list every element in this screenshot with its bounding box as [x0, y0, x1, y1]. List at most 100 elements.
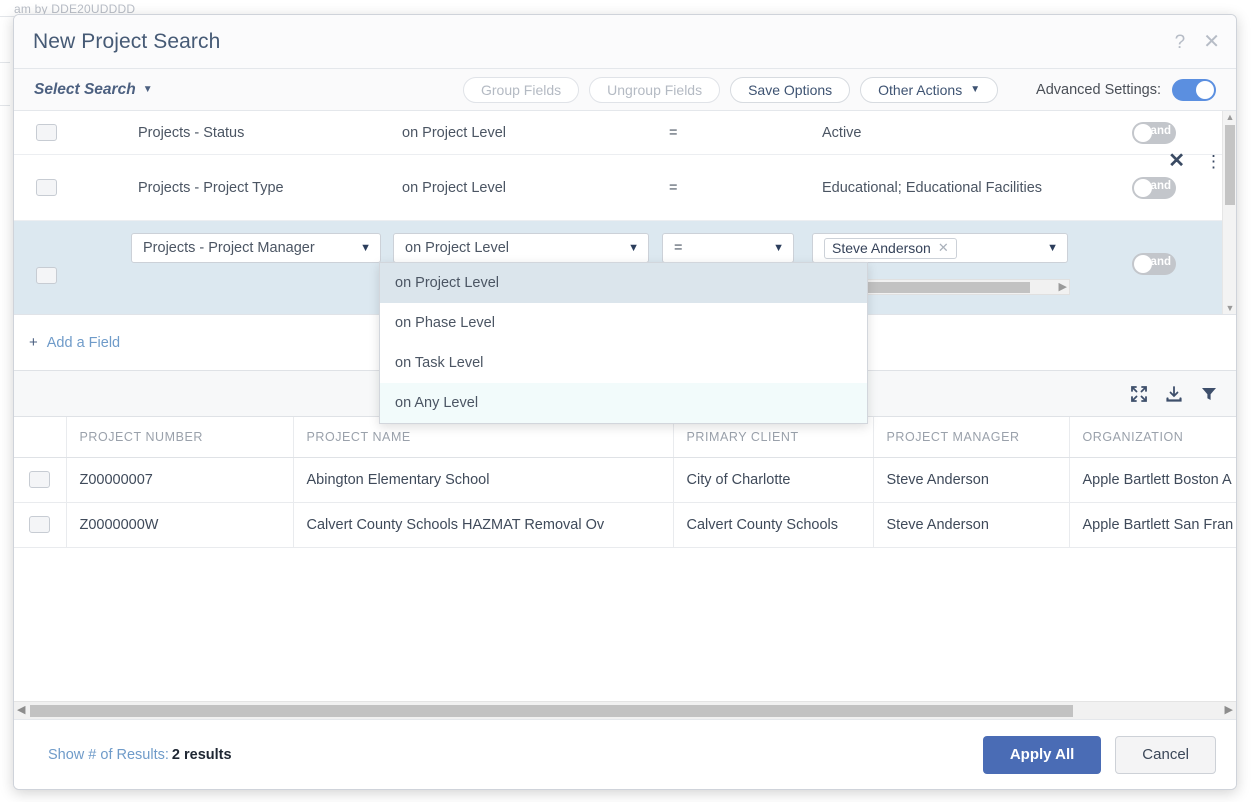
criteria-operator-value: =	[674, 240, 683, 256]
dropdown-option-on-task-level[interactable]: on Task Level	[380, 343, 867, 383]
dialog-footer: Show # of Results: 2 results Apply All Ca…	[14, 719, 1236, 789]
chevron-down-icon: ▼	[773, 241, 784, 254]
cancel-button[interactable]: Cancel	[1115, 735, 1216, 774]
footer-buttons: Apply All Cancel	[982, 735, 1216, 774]
criteria-field: Projects - Status	[138, 124, 245, 141]
cell-organization: Apple Bartlett San Fran	[1069, 502, 1236, 548]
background-divider	[0, 62, 10, 63]
show-results-link[interactable]: Show # of Results: 2 results	[48, 747, 232, 763]
remove-chip-icon[interactable]: ✕	[938, 240, 949, 256]
scroll-left-arrow-icon[interactable]: ◀	[17, 704, 25, 717]
cell-primary-client: Calvert County Schools	[673, 502, 874, 548]
scroll-right-arrow-icon[interactable]: ▶	[1059, 281, 1067, 294]
advanced-settings-group: Advanced Settings:	[1036, 69, 1216, 111]
criteria-vertical-scrollbar[interactable]: ▲ ▼	[1222, 111, 1236, 314]
row-checkbox[interactable]	[36, 267, 57, 284]
advanced-settings-label: Advanced Settings:	[1036, 82, 1161, 98]
scroll-right-arrow-icon[interactable]: ▶	[1225, 704, 1233, 717]
criteria-field-select[interactable]: Projects - Project Manager ▼	[131, 233, 381, 263]
toggle-knob	[1134, 123, 1152, 142]
chevron-down-icon: ▼	[142, 83, 153, 95]
plus-icon: +	[29, 334, 38, 351]
select-all-header	[14, 417, 67, 458]
criteria-level: on Project Level	[402, 179, 506, 196]
chevron-down-icon: ▼	[1047, 241, 1058, 254]
toggle-knob	[1134, 178, 1152, 197]
cell-project-manager: Steve Anderson	[873, 457, 1070, 503]
table-row[interactable]: Z00000007 Abington Elementary School Cit…	[14, 457, 1236, 503]
dropdown-option-on-phase-level[interactable]: on Phase Level	[380, 303, 867, 343]
select-search-label: Select Search	[34, 80, 136, 98]
scroll-down-arrow-icon[interactable]: ▼	[1225, 303, 1235, 313]
scrollbar-thumb[interactable]	[1225, 125, 1235, 205]
expand-icon[interactable]	[1130, 385, 1148, 403]
column-header-organization[interactable]: ORGANIZATION	[1069, 417, 1236, 458]
help-icon[interactable]: ?	[1175, 33, 1186, 52]
row-select-cell	[14, 457, 67, 503]
results-grid: PROJECT NUMBER PROJECT NAME PRIMARY CLIE…	[14, 417, 1236, 719]
cell-project-name: Calvert County Schools HAZMAT Removal Ov	[293, 502, 674, 548]
other-actions-button[interactable]: Other Actions ▼	[860, 77, 999, 103]
criteria-field-value: Projects - Project Manager	[143, 240, 315, 256]
criteria-operator-select[interactable]: = ▼	[662, 233, 794, 263]
row-checkbox[interactable]	[29, 516, 51, 533]
conjunction-label: and	[1150, 179, 1171, 192]
row-checkbox[interactable]	[29, 471, 51, 488]
conjunction-toggle[interactable]: and	[1132, 121, 1176, 144]
filter-icon[interactable]	[1200, 385, 1218, 403]
column-header-project-manager[interactable]: PROJECT MANAGER	[873, 417, 1070, 458]
apply-all-button[interactable]: Apply All	[982, 735, 1102, 774]
cell-project-number: Z00000007	[66, 457, 294, 503]
level-dropdown-menu: on Project Level on Phase Level on Task …	[379, 262, 868, 424]
more-vertical-icon[interactable]: ⋮	[1205, 153, 1222, 170]
save-options-label: Save Options	[748, 82, 833, 98]
row-checkbox[interactable]	[36, 124, 57, 141]
table-row[interactable]: Z0000000W Calvert County Schools HAZMAT …	[14, 502, 1236, 548]
criteria-row[interactable]: Projects - Project Type on Project Level…	[14, 155, 1222, 221]
dialog-title: New Project Search	[33, 29, 221, 53]
criteria-operator: =	[669, 179, 678, 196]
save-options-button[interactable]: Save Options	[730, 77, 851, 103]
cell-project-name: Abington Elementary School	[293, 457, 674, 503]
criteria-value: Active	[822, 124, 862, 141]
scroll-up-arrow-icon[interactable]: ▲	[1225, 112, 1235, 122]
grid-horizontal-scrollbar[interactable]: ◀ ▶	[14, 701, 1236, 719]
value-chip[interactable]: Steve Anderson ✕	[824, 237, 957, 259]
chevron-down-icon: ▼	[360, 241, 371, 254]
advanced-settings-toggle[interactable]	[1172, 79, 1216, 101]
criteria-level-select[interactable]: on Project Level ▼	[393, 233, 649, 263]
dropdown-option-on-any-level[interactable]: on Any Level	[380, 383, 867, 423]
group-fields-button[interactable]: Group Fields	[463, 77, 580, 103]
column-header-project-number[interactable]: PROJECT NUMBER	[66, 417, 294, 458]
criteria-operator: =	[669, 124, 678, 141]
search-toolbar: Select Search ▼ Group Fields Ungroup Fie…	[14, 69, 1236, 111]
toolbar-buttons: Group Fields Ungroup Fields Save Options…	[463, 69, 999, 111]
download-icon[interactable]	[1165, 385, 1183, 403]
ungroup-fields-button[interactable]: Ungroup Fields	[589, 77, 721, 103]
conjunction-label: and	[1150, 256, 1171, 268]
chevron-down-icon: ▼	[970, 84, 981, 95]
criteria-level-value: on Project Level	[405, 240, 509, 256]
group-fields-label: Group Fields	[481, 82, 562, 98]
dropdown-option-on-project-level[interactable]: on Project Level	[380, 263, 867, 303]
add-a-field-button[interactable]: + Add a Field	[29, 334, 120, 351]
remove-row-icon[interactable]: ✕	[1168, 151, 1185, 171]
show-results-label: Show # of Results:	[48, 746, 169, 763]
results-count: 2 results	[171, 746, 232, 763]
scrollbar-thumb[interactable]	[30, 705, 1073, 717]
criteria-level: on Project Level	[402, 124, 506, 141]
criteria-row[interactable]: Projects - Status on Project Level = Act…	[14, 111, 1222, 155]
background-divider	[0, 16, 14, 17]
chevron-down-icon: ▼	[628, 241, 639, 254]
conjunction-toggle[interactable]: and	[1132, 253, 1176, 275]
toggle-knob	[1196, 81, 1214, 99]
close-icon[interactable]: ✕	[1203, 32, 1220, 52]
row-checkbox[interactable]	[36, 179, 57, 196]
value-chip-label: Steve Anderson	[832, 240, 931, 256]
add-a-field-label: Add a Field	[46, 334, 121, 351]
row-select-cell	[14, 502, 67, 548]
conjunction-toggle[interactable]: and	[1132, 176, 1176, 199]
cell-primary-client: City of Charlotte	[673, 457, 874, 503]
select-search-dropdown[interactable]: Select Search ▼	[34, 81, 153, 99]
criteria-value-select[interactable]: Steve Anderson ✕ ▼	[812, 233, 1068, 263]
